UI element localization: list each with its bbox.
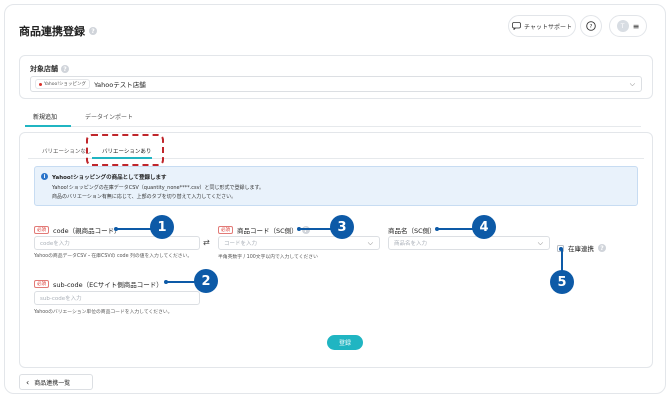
callout-dot-1 [114, 227, 118, 231]
callout-4: 4 [472, 215, 496, 239]
register-button[interactable]: 登録 [327, 335, 363, 350]
tab-import[interactable]: データインポート [85, 112, 133, 121]
store-platform-name: Yahoo!ショッピング [44, 82, 87, 87]
sub-code-input[interactable]: sub-codeを入力 [34, 291, 200, 305]
chevron-down-icon: ⌵ [367, 239, 373, 247]
user-menu-button[interactable]: T ≡ [609, 15, 647, 37]
menu-lines-icon: ≡ [632, 21, 640, 31]
callout-dot-2 [164, 280, 168, 284]
store-select[interactable]: Yahoo!ショッピング Yahooテスト店舗 ⌵ [30, 76, 642, 92]
callout-dot-5 [559, 247, 563, 251]
info-box: i Yahoo!ショッピングの商品として登録します Yahoo!ショッピングの在… [34, 166, 638, 206]
store-name: Yahooテスト店舗 [94, 81, 146, 89]
required-badge: 必須 [34, 226, 49, 234]
sc-code-label: 必須 商品コード（SC側） ? [218, 225, 310, 235]
info-title: Yahoo!ショッピングの商品として登録します [52, 175, 167, 181]
code-help: Yahooの商品データCSV・在庫CSVの code 列の値を入力してください。 [34, 254, 193, 259]
help-glyph: ? [590, 24, 593, 30]
callout-dot-4 [435, 227, 439, 231]
sc-name-placeholder: 商品名を入力 [394, 241, 428, 247]
back-to-list-button[interactable]: ‹ 商品連携一覧 [19, 374, 93, 390]
sc-code-label-text: 商品コード（SC側） [237, 227, 298, 235]
callout-2: 2 [194, 269, 218, 293]
store-label: 対象店舗 ? [30, 64, 69, 74]
app-window: 商品連携登録 ? チャットサポート ? T ≡ 対象店舗 ? Yahoo!ショッ… [4, 4, 666, 394]
store-help-icon[interactable]: ? [61, 65, 69, 73]
sc-code-input[interactable]: コードを入力 ⌵ [218, 236, 380, 250]
sc-code-help: 半角英数字 / 100文字以内で入力してください [218, 255, 318, 260]
sub-code-label-text: sub-code（ECサイト側商品コード） [53, 281, 163, 289]
info-line-2: 商品のバリエーション有無に応じて、上部のタブを切り替えて入力してください。 [52, 194, 237, 200]
chevron-left-icon: ‹ [26, 377, 30, 387]
info-icon: i [41, 173, 48, 180]
shuffle-icon[interactable]: ⇄ [203, 238, 210, 247]
chevron-down-icon: ⌵ [629, 80, 635, 88]
subtab-no-variation[interactable]: バリエーションなし [42, 147, 91, 155]
sub-code-label: 必須 sub-code（ECサイト側商品コード） [34, 279, 163, 289]
code-label-text: code（親商品コード） [53, 227, 121, 235]
required-badge: 必須 [218, 226, 233, 234]
help-button[interactable]: ? [580, 15, 602, 37]
store-platform-badge: Yahoo!ショッピング [35, 79, 91, 89]
chat-icon [512, 22, 521, 30]
stock-help-icon[interactable]: ? [598, 244, 606, 252]
callout-dot-3 [297, 227, 301, 231]
page-title-text: 商品連携登録 [19, 25, 85, 38]
chevron-down-icon: ⌵ [537, 239, 543, 247]
info-line-1: Yahoo!ショッピングの在庫データCSV（quantity_none****.… [52, 185, 265, 191]
platform-dot-icon [39, 82, 42, 86]
avatar: T [616, 20, 629, 32]
stock-sync-label: 在庫連携 [568, 245, 594, 253]
tab-new[interactable]: 新規追加 [33, 112, 57, 121]
store-label-text: 対象店舗 [30, 65, 58, 73]
help-icon[interactable]: ? [89, 27, 97, 35]
back-label: 商品連携一覧 [34, 379, 71, 387]
highlight-box [86, 134, 164, 166]
tab-divider [25, 126, 641, 127]
required-badge: 必須 [34, 280, 49, 288]
sub-code-help: Yahooのバリエーション単位の商品コードを入力してください。 [34, 310, 173, 315]
stock-sync-field: 在庫連携 ? [557, 243, 606, 253]
callout-5: 5 [550, 270, 574, 294]
question-circle-icon: ? [586, 21, 596, 31]
callout-line-1 [116, 228, 152, 230]
callout-3: 3 [330, 215, 354, 239]
sc-code-placeholder: コードを入力 [224, 241, 258, 247]
form-card: バリエーションなし バリエーションあり i Yahoo!ショッピングの商品として… [19, 132, 653, 368]
callout-line-2 [166, 281, 196, 283]
callout-1: 1 [150, 215, 174, 239]
callout-line-5 [561, 249, 563, 271]
sc-name-label: 商品名（SC側） [388, 225, 436, 235]
store-card: 対象店舗 ? Yahoo!ショッピング Yahooテスト店舗 ⌵ [19, 55, 653, 99]
sc-name-label-text: 商品名（SC側） [388, 227, 436, 235]
chat-support-button[interactable]: チャットサポート [508, 15, 576, 37]
callout-line-3 [299, 228, 331, 230]
sc-name-input[interactable]: 商品名を入力 ⌵ [388, 236, 550, 250]
code-input[interactable]: codeを入力 [34, 236, 200, 250]
tab-active-indicator [25, 125, 71, 127]
code-label: 必須 code（親商品コード） [34, 225, 121, 235]
callout-line-4 [437, 228, 473, 230]
chat-support-label: チャットサポート [524, 23, 572, 31]
page-title: 商品連携登録 ? [19, 23, 97, 39]
